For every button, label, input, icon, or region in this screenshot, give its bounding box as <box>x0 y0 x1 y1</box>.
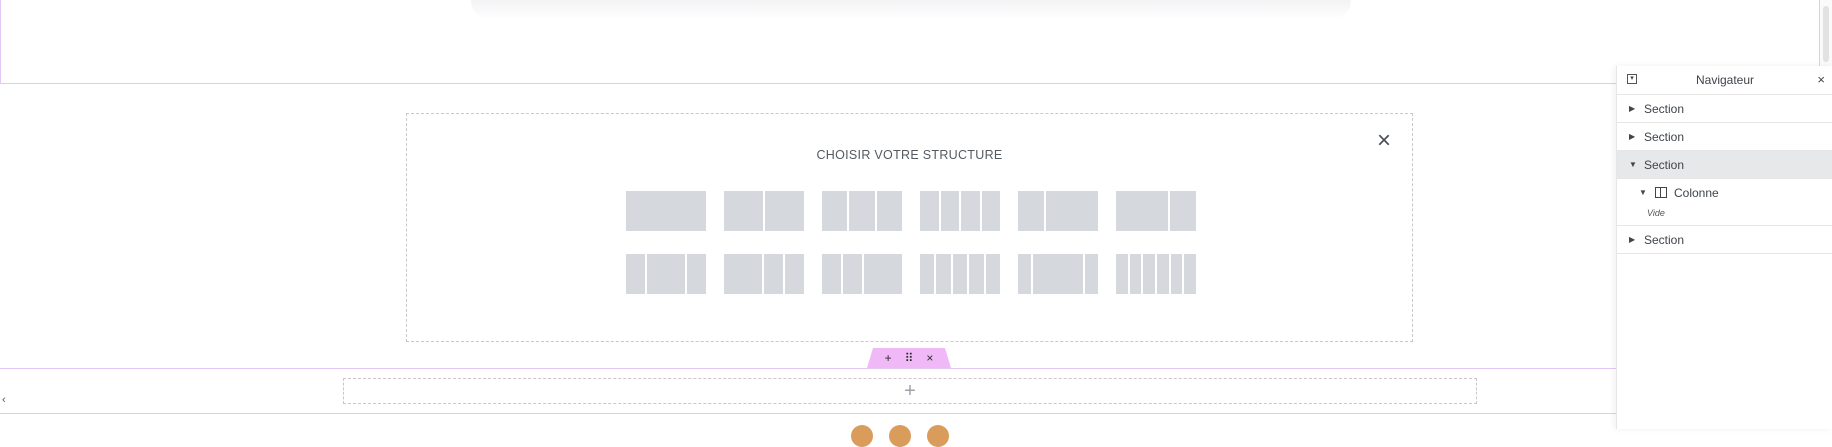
preset-column <box>920 191 939 231</box>
structure-preset-3-cols[interactable] <box>1018 254 1099 294</box>
navigator-item-section[interactable]: ▶ Section <box>1617 123 1832 151</box>
preset-column <box>952 254 968 294</box>
circle-1 <box>851 425 873 447</box>
caret-right-icon[interactable]: ▶ <box>1629 235 1635 244</box>
circle-3 <box>927 425 949 447</box>
navigator-item-label: Section <box>1644 233 1685 247</box>
preset-column <box>687 254 706 294</box>
circle-2 <box>889 425 911 447</box>
preset-column <box>1085 254 1099 294</box>
preset-column <box>724 254 762 294</box>
preset-column <box>1116 191 1168 231</box>
empty-label: Vide <box>1647 208 1665 218</box>
preset-column <box>822 191 848 231</box>
add-section-icon[interactable]: + <box>885 352 892 364</box>
preset-column <box>849 191 875 231</box>
navigator-item-section[interactable]: ▶ Section <box>1617 226 1832 254</box>
structure-preset-6-cols[interactable] <box>1116 254 1197 294</box>
preset-column <box>1157 254 1169 294</box>
preset-column <box>822 254 841 294</box>
structure-preset-3-cols[interactable] <box>626 254 706 294</box>
navigator-item-label: Colonne <box>1674 186 1719 200</box>
preset-column <box>724 191 763 231</box>
structure-preset-5-cols[interactable] <box>920 254 1001 294</box>
preset-row-1 <box>626 191 1196 231</box>
preset-column <box>626 254 645 294</box>
preset-column <box>876 191 902 231</box>
preset-column <box>765 191 804 231</box>
preset-column <box>1170 191 1196 231</box>
navigator-title: Navigateur <box>1695 73 1755 87</box>
structure-preset-2-cols[interactable] <box>1018 191 1098 231</box>
navigator-item-label: Section <box>1644 102 1685 116</box>
structure-preset-3-cols[interactable] <box>724 254 804 294</box>
preset-column <box>1129 254 1142 294</box>
drag-handle-icon[interactable]: ⠿ <box>905 352 914 364</box>
preset-column <box>920 254 935 294</box>
structure-preset-2-cols[interactable] <box>1116 191 1196 231</box>
preset-column <box>626 191 706 231</box>
caret-down-icon[interactable]: ▼ <box>1629 160 1637 169</box>
preset-column <box>981 191 1000 231</box>
navigator-item-section-active[interactable]: ▼ Section <box>1617 151 1832 179</box>
structure-preset-3-cols[interactable] <box>822 254 902 294</box>
structure-picker: CHOISIR VOTRE STRUCTURE × <box>406 113 1413 342</box>
structure-preset-1-cols[interactable] <box>626 191 706 231</box>
preset-column <box>864 254 902 294</box>
close-icon[interactable]: × <box>1373 129 1395 153</box>
preset-column <box>647 254 685 294</box>
scroll-thumb[interactable] <box>1823 6 1829 62</box>
section-shadow <box>471 0 1351 20</box>
preset-column <box>936 254 951 294</box>
previous-section <box>0 0 1820 84</box>
section-handle: + ⠿ × <box>867 348 951 368</box>
navigator-panel: ▾ Navigateur × ▶ Section ▶ Section ▼ Sec… <box>1616 66 1832 429</box>
preset-column <box>1018 191 1044 231</box>
panel-toggle-icon[interactable]: ‹ <box>2 394 14 408</box>
navigator-empty-placeholder: Vide <box>1617 206 1832 226</box>
preset-column <box>764 254 783 294</box>
column-icon <box>1655 187 1667 198</box>
close-icon[interactable]: × <box>1817 72 1825 87</box>
preset-column <box>1116 254 1128 294</box>
structure-preset-2-cols[interactable] <box>724 191 804 231</box>
navigator-item-label: Section <box>1644 158 1685 172</box>
preset-column <box>985 254 1001 294</box>
preset-column <box>940 191 959 231</box>
caret-right-icon[interactable]: ▶ <box>1629 132 1635 141</box>
navigator-item-section[interactable]: ▶ Section <box>1617 95 1832 123</box>
caret-down-icon[interactable]: ▼ <box>1639 188 1647 197</box>
preset-row-2 <box>626 254 1197 294</box>
content-circles <box>851 425 949 447</box>
new-section-area: + <box>0 368 1618 414</box>
preset-column <box>1170 254 1183 294</box>
add-section-button[interactable]: + <box>343 378 1477 404</box>
preset-column <box>961 191 980 231</box>
preset-column <box>1184 254 1197 294</box>
preset-column <box>1143 254 1156 294</box>
structure-preset-3-cols[interactable] <box>822 191 902 231</box>
preset-column <box>785 254 804 294</box>
preset-column <box>843 254 862 294</box>
preset-column <box>969 254 984 294</box>
preset-column <box>1018 254 1031 294</box>
delete-section-icon[interactable]: × <box>926 352 933 364</box>
structure-preset-4-cols[interactable] <box>920 191 1000 231</box>
navigator-header: ▾ Navigateur × <box>1617 66 1832 95</box>
navigator-item-label: Section <box>1644 130 1685 144</box>
navigator-item-column[interactable]: ▼ Colonne <box>1617 179 1832 206</box>
caret-right-icon[interactable]: ▶ <box>1629 104 1635 113</box>
structure-title: CHOISIR VOTRE STRUCTURE <box>816 148 1003 162</box>
preset-column <box>1032 254 1084 294</box>
preset-column <box>1046 191 1098 231</box>
